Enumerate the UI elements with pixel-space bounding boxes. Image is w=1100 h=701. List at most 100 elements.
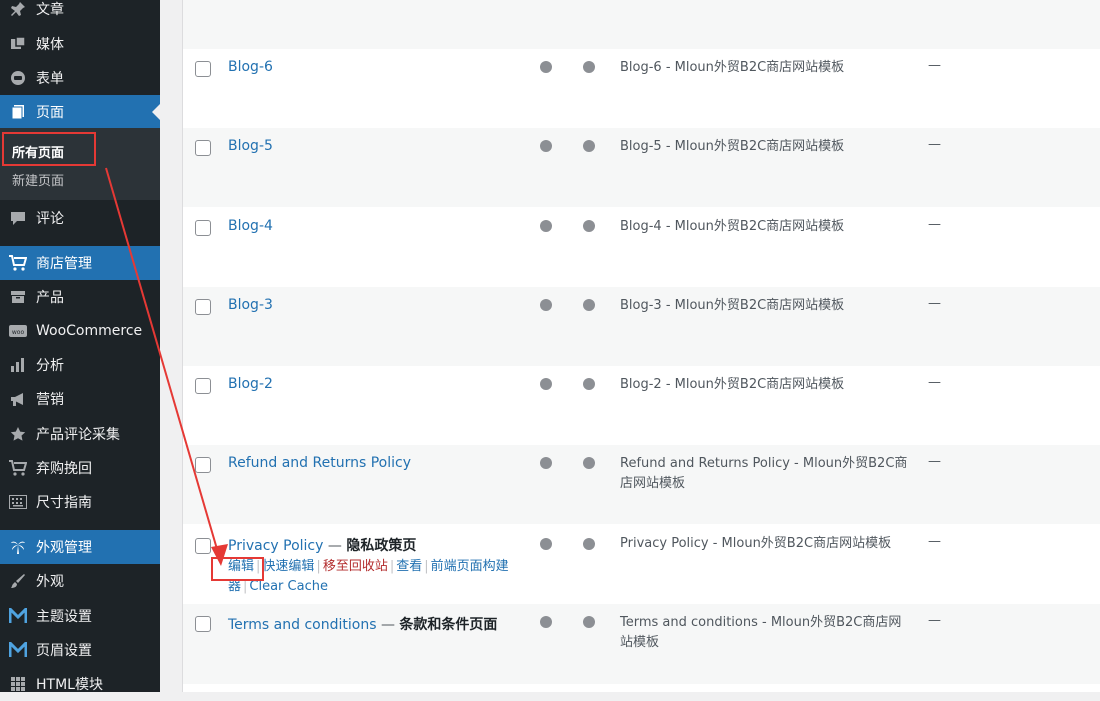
menu-cart-recovery[interactable]: 弃购挽回 (0, 451, 160, 485)
woo-icon: woo (9, 322, 27, 340)
row-checkbox[interactable] (195, 616, 211, 632)
m-logo-icon (9, 641, 27, 659)
page-state-label: 条款和条件页面 (399, 617, 498, 633)
seo-title: Privacy Policy - Mloun外贸B2C商店网站模板 (620, 536, 892, 551)
page-title-link[interactable]: Blog-6 (228, 59, 273, 75)
megaphone-icon (9, 390, 27, 408)
readability-status-dot (583, 61, 595, 73)
page-title-link[interactable]: Blog-5 (228, 138, 273, 154)
keyboard-icon (9, 493, 27, 511)
quick-edit-link[interactable]: 快速编辑 (262, 559, 314, 574)
palm-icon (9, 538, 27, 556)
annotation-highlight-edit (211, 557, 264, 581)
menu-analytics[interactable]: 分析 (0, 348, 160, 382)
row-checkbox[interactable] (195, 299, 211, 315)
page-state-label: 隐私政策页 (346, 538, 417, 554)
brush-icon (9, 572, 27, 590)
menu-forms[interactable]: 表单 (0, 61, 160, 95)
cart-icon (9, 254, 27, 272)
menu-marketing[interactable]: 营销 (0, 382, 160, 416)
readability-status-dot (583, 616, 595, 628)
readability-status-dot (583, 457, 595, 469)
row-actions: 编辑 | 快速编辑 | 移至回收站 | 查看 | 前端页面构建器 | Clear Cache (228, 557, 528, 597)
table-row: Blog-5 Blog-5 - Mloun外贸B2C商店网站模板 — (183, 128, 1100, 207)
table-row: Blog-4 Blog-4 - Mloun外贸B2C商店网站模板 — (183, 208, 1100, 287)
menu-appearance-management[interactable]: 外观管理 (0, 530, 160, 564)
row-checkbox[interactable] (195, 457, 211, 473)
pages-list-table: Blog-6 Blog-6 - Mloun外贸B2C商店网站模板 — Blog-… (182, 0, 1100, 692)
comment-icon (9, 209, 27, 227)
grid-icon (9, 675, 27, 693)
meta-desc-empty: — (928, 137, 941, 152)
readability-status-dot (583, 538, 595, 550)
seo-status-dot (540, 140, 552, 152)
menu-header-settings[interactable]: 页眉设置 (0, 633, 160, 667)
annotation-highlight-all-pages (2, 132, 96, 166)
menu-size-guide[interactable]: 尺寸指南 (0, 485, 160, 519)
clear-cache-link[interactable]: Clear Cache (249, 579, 328, 594)
menu-html-module[interactable]: HTML模块 (0, 667, 160, 701)
title-separator: — (323, 538, 347, 554)
row-checkbox[interactable] (195, 220, 211, 236)
pin-icon (9, 0, 27, 18)
page-title-text[interactable]: Terms and conditions (228, 617, 377, 633)
page-title-link[interactable]: Blog-2 (228, 376, 273, 392)
table-row: Terms and conditions — 条款和条件页面 Terms and… (183, 604, 1100, 684)
form-icon (9, 69, 27, 87)
menu-appearance[interactable]: 外观 (0, 564, 160, 598)
seo-title: Blog-3 - Mloun外贸B2C商店网站模板 (620, 298, 845, 313)
page-title-link[interactable]: Terms and conditions — 条款和条件页面 (228, 614, 497, 634)
admin-sidebar: 文章 媒体 表单 页面 所有页面 新建页面 评论 商店管理 产品 woo Woo… (0, 0, 160, 693)
meta-desc-empty: — (928, 375, 941, 390)
table-row: Blog-3 Blog-3 - Mloun外贸B2C商店网站模板 — (183, 287, 1100, 366)
seo-title: Blog-6 - Mloun外贸B2C商店网站模板 (620, 60, 845, 75)
seo-title: Blog-2 - Mloun外贸B2C商店网站模板 (620, 377, 845, 392)
seo-status-dot (540, 299, 552, 311)
menu-posts[interactable]: 文章 (0, 0, 160, 26)
readability-status-dot (583, 378, 595, 390)
row-checkbox[interactable] (195, 378, 211, 394)
action-separator: | (424, 559, 429, 574)
submenu-new-page[interactable]: 新建页面 (12, 170, 64, 189)
page-icon (9, 103, 27, 121)
row-checkbox[interactable] (195, 538, 211, 554)
view-link[interactable]: 查看 (396, 559, 422, 574)
meta-desc-empty: — (928, 454, 941, 469)
menu-pages[interactable]: 页面 (0, 95, 160, 129)
action-separator: | (316, 559, 321, 574)
row-checkbox[interactable] (195, 140, 211, 156)
seo-status-dot (540, 61, 552, 73)
media-icon (9, 35, 27, 53)
menu-product-reviews[interactable]: 产品评论采集 (0, 417, 160, 451)
table-row: Blog-6 Blog-6 - Mloun外贸B2C商店网站模板 — (183, 49, 1100, 128)
star-icon (9, 425, 27, 443)
menu-woocommerce[interactable]: woo WooCommerce (0, 314, 160, 348)
seo-title: Blog-5 - Mloun外贸B2C商店网站模板 (620, 139, 845, 154)
seo-status-dot (540, 538, 552, 550)
menu-media[interactable]: 媒体 (0, 27, 160, 61)
readability-status-dot (583, 220, 595, 232)
table-row: Privacy Policy — 隐私政策页 编辑 | 快速编辑 | 移至回收站 | 查看 |… (183, 524, 1100, 603)
menu-theme-settings[interactable]: 主题设置 (0, 599, 160, 633)
menu-products[interactable]: 产品 (0, 280, 160, 314)
menu-store-management[interactable]: 商店管理 (0, 246, 160, 280)
page-title-link[interactable]: Refund and Returns Policy (228, 455, 411, 471)
trash-link[interactable]: 移至回收站 (323, 559, 388, 574)
title-separator: — (376, 617, 400, 633)
page-title-link[interactable]: Privacy Policy — 隐私政策页 (228, 535, 416, 555)
action-separator: | (389, 559, 395, 574)
menu-comments[interactable]: 评论 (0, 201, 160, 235)
seo-status-dot (540, 378, 552, 390)
seo-status-dot (540, 220, 552, 232)
page-title-link[interactable]: Blog-3 (228, 297, 273, 313)
chart-icon (9, 356, 27, 374)
svg-text:woo: woo (12, 329, 25, 336)
archive-icon (9, 288, 27, 306)
m-logo-icon (9, 607, 27, 625)
page-title-text[interactable]: Privacy Policy (228, 538, 323, 554)
seo-status-dot (540, 616, 552, 628)
meta-desc-empty: — (928, 613, 941, 628)
page-title-link[interactable]: Blog-4 (228, 218, 273, 234)
row-checkbox[interactable] (195, 61, 211, 77)
meta-desc-empty: — (928, 217, 941, 232)
